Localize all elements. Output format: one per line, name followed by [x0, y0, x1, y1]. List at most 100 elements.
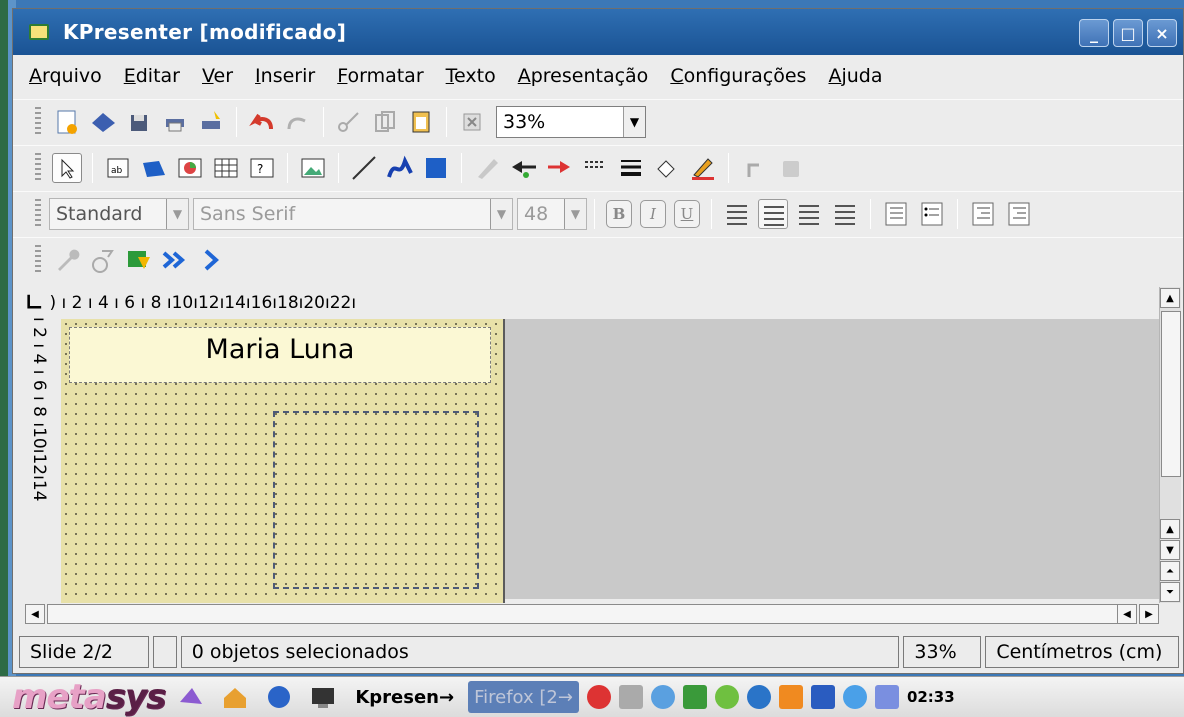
clock[interactable]: 02:33: [907, 688, 955, 706]
terminal-icon[interactable]: [308, 682, 338, 712]
effects-icon[interactable]: [88, 245, 118, 275]
chevron-down-icon[interactable]: ▼: [490, 198, 512, 229]
line-end-arrow-icon[interactable]: [544, 153, 574, 183]
increase-indent-icon[interactable]: [1004, 199, 1034, 229]
maximize-button[interactable]: □: [1113, 19, 1143, 47]
tray-globe-icon[interactable]: [746, 685, 771, 709]
pen-color-icon[interactable]: [688, 153, 718, 183]
tray-book-icon[interactable]: [714, 685, 739, 709]
underline-button[interactable]: U: [674, 199, 700, 228]
chevron-down-icon[interactable]: ▼: [166, 198, 188, 229]
next-slide-scroll-icon[interactable]: ⏷: [1160, 582, 1180, 602]
transition-icon[interactable]: [124, 245, 154, 275]
horizontal-scrollbar[interactable]: ◀ ◀ ▶: [25, 603, 1159, 625]
horizontal-scroll-thumb[interactable]: [47, 604, 1127, 624]
font-family-combo[interactable]: Sans Serif ▼: [193, 197, 513, 230]
shape-rectangle-icon[interactable]: [139, 153, 169, 183]
new-document-icon[interactable]: [52, 107, 82, 137]
taskbar-kpresenter[interactable]: Kpresen→: [349, 681, 460, 713]
toolbar-grip[interactable]: [35, 244, 41, 275]
close-button[interactable]: ×: [1147, 19, 1177, 47]
paste-icon[interactable]: [406, 107, 436, 137]
print-preview-icon[interactable]: [196, 107, 226, 137]
browser-icon[interactable]: [264, 682, 294, 712]
rotate-icon[interactable]: [739, 153, 769, 183]
menu-texto[interactable]: Texto: [446, 65, 496, 87]
previous-slide-icon[interactable]: ⏶: [1160, 561, 1180, 581]
insert-chart-icon[interactable]: [175, 153, 205, 183]
quick-launch-icon[interactable]: [176, 682, 206, 712]
chevron-down-icon[interactable]: ▼: [564, 198, 586, 229]
align-right-icon[interactable]: [794, 198, 824, 229]
select-pointer-icon[interactable]: [52, 152, 82, 183]
scroll-left-icon[interactable]: ◀: [1117, 604, 1137, 624]
chevron-down-icon[interactable]: ▼: [623, 106, 645, 137]
print-icon[interactable]: [160, 107, 190, 137]
slide[interactable]: Maria Luna: [61, 319, 505, 603]
horizontal-ruler[interactable]: ∟ ) ı 2 ı 4 ı 6 ı 8 ı10ı12ı14ı16ı18ı20ı2…: [25, 289, 515, 317]
fill-color-icon[interactable]: [652, 153, 682, 183]
align-center-icon[interactable]: [758, 198, 788, 229]
scroll-up-icon[interactable]: ▲: [1160, 288, 1180, 308]
tray-alert-icon[interactable]: [586, 685, 611, 709]
undo-icon[interactable]: [247, 107, 277, 137]
toolbar-grip[interactable]: [35, 198, 41, 229]
toolbar-grip[interactable]: [35, 106, 41, 137]
minimize-button[interactable]: _: [1079, 19, 1109, 47]
vertical-scrollbar[interactable]: ▲ ▲ ▼ ⏶ ⏷: [1159, 287, 1181, 603]
toolbar-grip[interactable]: [35, 152, 41, 183]
insert-table-icon[interactable]: [211, 153, 241, 183]
wrench-icon[interactable]: [52, 245, 82, 275]
scroll-up-icon[interactable]: ▲: [1160, 519, 1180, 539]
tray-app-icon[interactable]: [778, 685, 803, 709]
italic-button[interactable]: I: [640, 199, 666, 228]
taskbar-firefox[interactable]: Firefox [2→: [468, 681, 579, 713]
shadow-icon[interactable]: [775, 153, 805, 183]
cut-icon[interactable]: [334, 107, 364, 137]
align-left-icon[interactable]: [722, 198, 752, 229]
scroll-right-icon[interactable]: ▶: [1139, 604, 1159, 624]
delete-icon[interactable]: [457, 107, 487, 137]
freehand-tool-icon[interactable]: [385, 153, 415, 183]
menu-editar[interactable]: Editar: [124, 65, 180, 87]
home-icon[interactable]: [220, 682, 250, 712]
line-width-icon[interactable]: [616, 153, 646, 183]
font-size-combo[interactable]: 48 ▼: [517, 197, 587, 230]
menu-arquivo[interactable]: Arquivo: [29, 65, 102, 87]
tray-sync-icon[interactable]: [842, 685, 867, 709]
tray-network-icon[interactable]: [682, 685, 707, 709]
line-begin-arrow-icon[interactable]: [508, 153, 538, 183]
scroll-left-icon[interactable]: ◀: [25, 604, 45, 624]
scroll-down-icon[interactable]: ▼: [1160, 540, 1180, 560]
menu-apresentacao[interactable]: Apresentação: [518, 65, 649, 87]
style-combo[interactable]: Standard ▼: [49, 197, 189, 230]
line-style-icon[interactable]: [580, 153, 610, 183]
open-icon[interactable]: [88, 107, 118, 137]
slide-canvas-area[interactable]: Maria Luna: [61, 319, 1161, 603]
save-icon[interactable]: [124, 107, 154, 137]
copy-icon[interactable]: [370, 107, 400, 137]
tray-lock-icon[interactable]: [618, 685, 643, 709]
menu-formatar[interactable]: Formatar: [337, 65, 423, 87]
insert-formula-icon[interactable]: ?: [247, 153, 277, 183]
zoom-combo[interactable]: 33% ▼: [496, 105, 646, 138]
vertical-scroll-thumb[interactable]: [1161, 311, 1181, 477]
tray-volume-icon[interactable]: [650, 685, 675, 709]
slide-content-box[interactable]: [273, 411, 479, 589]
start-presentation-icon[interactable]: [160, 245, 190, 275]
slide-title-box[interactable]: Maria Luna: [69, 327, 491, 383]
menu-configuracoes[interactable]: Configurações: [670, 65, 806, 87]
justify-icon[interactable]: [830, 198, 860, 229]
redo-icon[interactable]: [283, 107, 313, 137]
tray-window-icon[interactable]: [810, 685, 835, 709]
rectangle-tool-icon[interactable]: [421, 153, 451, 183]
numbered-list-icon[interactable]: [881, 199, 911, 229]
tab-stop-icon[interactable]: ∟: [25, 291, 43, 316]
bold-button[interactable]: B: [606, 199, 632, 228]
tray-display-icon[interactable]: [874, 685, 899, 709]
insert-picture-icon[interactable]: [298, 153, 328, 183]
menu-ver[interactable]: Ver: [202, 65, 233, 87]
vertical-ruler[interactable]: ı 2 ı 4 ı 6 ı 8 ı10ı12ı14: [25, 317, 61, 607]
menu-ajuda[interactable]: Ajuda: [828, 65, 882, 87]
start-menu-logo[interactable]: metasys: [12, 677, 166, 717]
